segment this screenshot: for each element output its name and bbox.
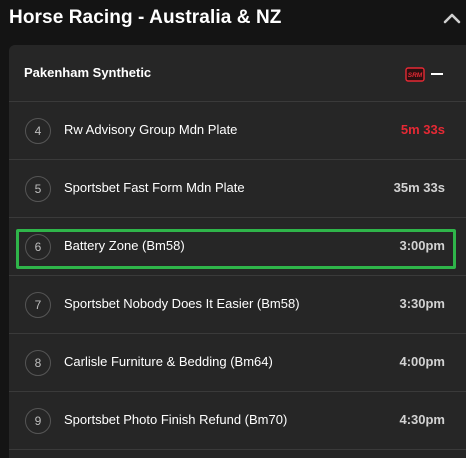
race-row[interactable]: 5 Sportsbet Fast Form Mdn Plate 35m 33s — [9, 160, 466, 218]
section-title: Horse Racing - Australia & NZ — [9, 7, 282, 28]
race-number-badge: 9 — [25, 408, 51, 434]
race-name: Rw Advisory Group Mdn Plate — [64, 122, 238, 137]
race-number-badge: 6 — [25, 234, 51, 260]
srm-badge-text: SRM — [408, 72, 423, 79]
race-number-badge: 5 — [25, 176, 51, 202]
race-name: Sportsbet Fast Form Mdn Plate — [64, 180, 245, 195]
chevron-up-icon[interactable] — [442, 10, 462, 26]
race-number-badge: 8 — [25, 350, 51, 376]
minus-icon[interactable] — [431, 73, 443, 75]
race-start-time: 3:30pm — [399, 296, 445, 311]
venue-name: Pakenham Synthetic — [24, 65, 152, 80]
race-start-time: 4:00pm — [399, 354, 445, 369]
race-countdown: 5m 33s — [400, 122, 445, 137]
srm-badge-icon: SRM — [405, 67, 425, 82]
race-start-time: 4:30pm — [399, 412, 445, 427]
race-row[interactable]: 4 Rw Advisory Group Mdn Plate 5m 33s — [9, 102, 466, 160]
race-name: Battery Zone (Bm58) — [64, 238, 185, 253]
race-start-time: 3:00pm — [399, 238, 445, 253]
race-row[interactable]: 6 Battery Zone (Bm58) 3:00pm — [9, 218, 466, 276]
race-name: Carlisle Furniture & Bedding (Bm64) — [64, 354, 273, 369]
race-name: Sportsbet Photo Finish Refund (Bm70) — [64, 412, 288, 427]
meeting-panel: Pakenham Synthetic SRM 4 Rw Advisory Grou… — [9, 45, 466, 458]
race-row[interactable]: 7 Sportsbet Nobody Does It Easier (Bm58) 3… — [9, 276, 466, 334]
venue-header[interactable]: Pakenham Synthetic SRM — [9, 45, 466, 102]
race-row[interactable]: 8 Carlisle Furniture & Bedding (Bm64) 4:00… — [9, 334, 466, 392]
race-name: Sportsbet Nobody Does It Easier (Bm58) — [64, 296, 300, 311]
race-number-badge: 7 — [25, 292, 51, 318]
race-start-time: 35m 33s — [393, 180, 445, 195]
race-number-badge: 4 — [25, 118, 51, 144]
section-header[interactable]: Horse Racing - Australia & NZ — [0, 0, 466, 40]
race-row[interactable]: 9 Sportsbet Photo Finish Refund (Bm70) 4:3… — [9, 392, 466, 450]
